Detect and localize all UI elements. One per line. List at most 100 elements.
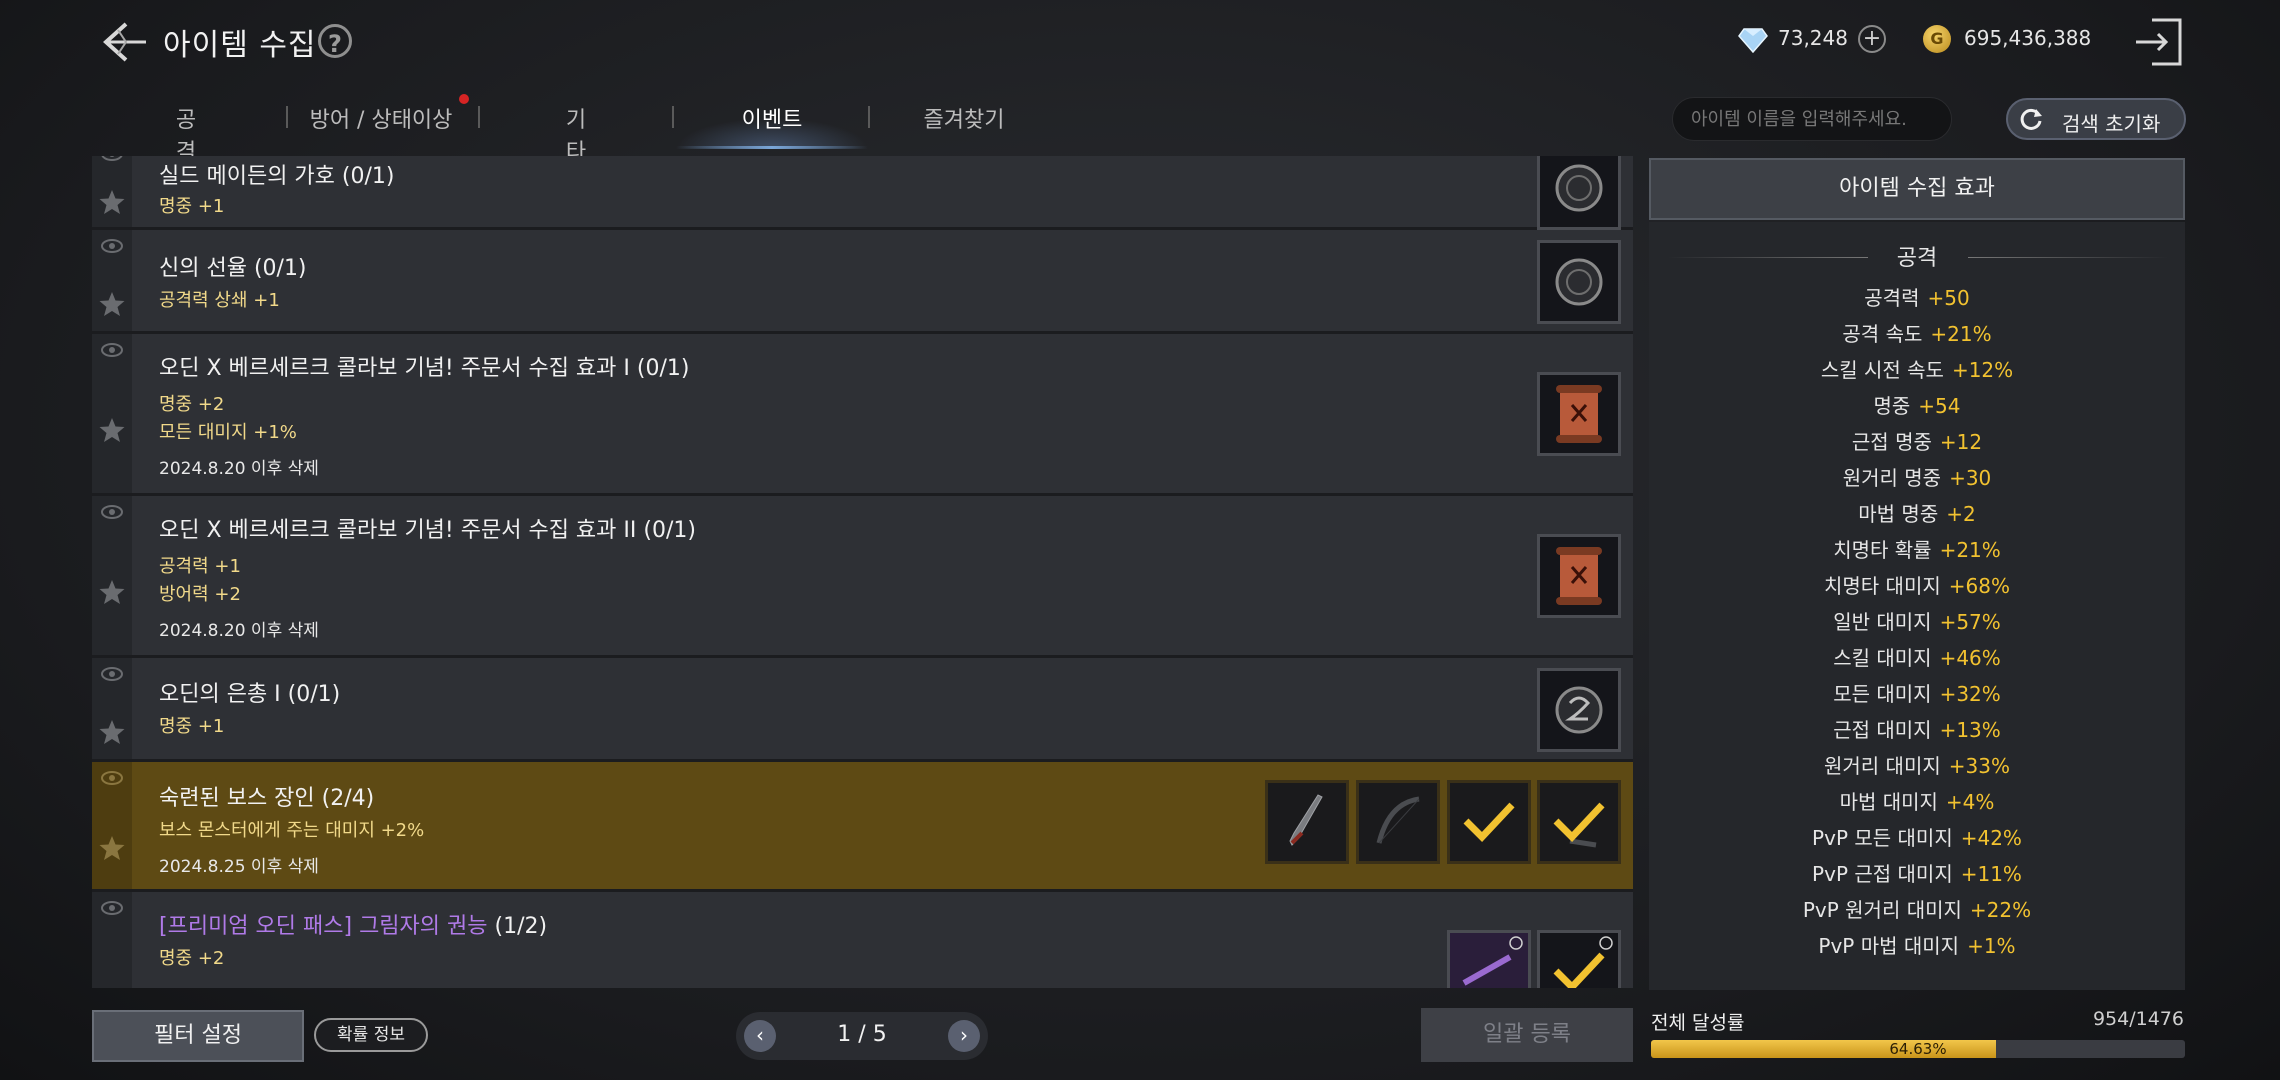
star-icon[interactable] [98,718,126,746]
effect-stat-row: PvP 모든 대미지 +42% [1649,822,2185,851]
effect-stat-value: +21% [1939,538,2001,562]
item-slot[interactable] [1537,156,1621,230]
effect-stat-value: +68% [1948,574,2010,598]
bulk-register-button[interactable]: 일괄 등록 [1421,1008,1633,1062]
eye-icon[interactable] [100,342,124,358]
item-title: 오딘 X 베르세르크 콜라보 기념! 주문서 수집 효과 II (0/1) [159,518,696,543]
effect-stat-name: 마법 명중 [1858,502,1939,526]
star-icon[interactable] [98,578,126,606]
list-item[interactable]: 오딘 X 베르세르크 콜라보 기념! 주문서 수집 효과 II (0/1) 공격… [92,496,1633,658]
rune-icon [1555,686,1603,734]
row-side-bar [92,156,132,227]
probability-info-button[interactable]: 확률 정보 [314,1018,428,1052]
tab-divider [868,106,870,128]
effect-stat-value: +21% [1930,322,1992,346]
effect-stat-name: 명중 [1873,394,1911,418]
overall-progress-bar: 64.63% [1651,1040,2185,1058]
item-effect: 명중 +2 [159,948,225,969]
gold-coin-icon: G [1923,25,1951,53]
item-slot-completed[interactable] [1537,930,1621,988]
row-side-bar [92,334,132,493]
collection-list[interactable]: 실드 메이든의 가호 (0/1) 명중 +1 신의 선율 (0/1) 공격력 상… [92,156,1633,988]
item-expiry-note: 2024.8.25 이후 삭제 [159,857,319,877]
eye-icon[interactable] [100,900,124,916]
effect-stat-value: +32% [1939,682,2001,706]
effect-stat-row: 공격력 +50 [1649,282,2185,311]
item-slot[interactable] [1265,780,1349,864]
star-icon[interactable] [98,290,126,318]
effect-stat-row: 마법 대미지 +4% [1649,786,2185,815]
item-title: [프리미엄 오딘 패스] 그림자의 권능 (1/2) [159,908,547,940]
item-slot[interactable] [1537,534,1621,618]
list-item[interactable]: 오딘 X 베르세르크 콜라보 기념! 주문서 수집 효과 I (0/1) 명중 … [92,334,1633,496]
list-item[interactable]: 오딘의 은총 I (0/1) 명중 +1 [92,658,1633,762]
tab-event[interactable]: 이벤트 [726,102,818,134]
effect-stat-value: +46% [1939,646,2001,670]
scroll-icon [1556,385,1602,443]
effect-stat-row: 근접 대미지 +13% [1649,714,2185,743]
item-effect: 명중 +1 [159,716,225,737]
star-icon[interactable] [98,188,126,216]
effect-stat-name: 근접 대미지 [1833,718,1932,742]
overall-progress-label: 전체 달성률 [1651,1012,1745,1034]
tab-divider [286,106,288,128]
filter-settings-button[interactable]: 필터 설정 [92,1010,304,1062]
effect-stat-name: 모든 대미지 [1833,682,1932,706]
effect-stat-value: +33% [1948,754,2010,778]
search-input[interactable] [1672,97,1952,141]
search-reset-button[interactable]: 검색 초기화 [2006,98,2186,140]
item-title: 신의 선율 (0/1) [159,256,307,281]
effect-stat-value: +4% [1945,790,1995,814]
effect-stat-name: PvP 마법 대미지 [1818,934,1960,958]
eye-icon[interactable] [100,504,124,520]
row-side-bar [92,230,132,331]
tab-divider [672,106,674,128]
chevron-right-icon[interactable]: › [948,1020,980,1052]
effect-stat-name: 공격력 [1864,286,1920,310]
item-effect: 방어력 +2 [159,584,241,605]
item-slot-completed[interactable] [1447,780,1531,864]
item-slot[interactable] [1537,668,1621,752]
effect-stat-row: 스킬 시전 속도 +12% [1649,354,2185,383]
effect-stat-value: +12 [1939,430,1983,454]
star-icon[interactable] [98,834,126,862]
eye-icon[interactable] [100,770,124,786]
effect-stat-name: 원거리 명중 [1842,466,1942,490]
divider [1968,257,2168,258]
item-slot-completed[interactable] [1537,780,1621,864]
diamond-balance: 73,248 [1778,26,1848,50]
row-side-bar [92,658,132,759]
item-slot[interactable] [1447,930,1531,988]
tab-favorites[interactable]: 즐겨찾기 [920,102,1008,134]
help-icon[interactable]: ? [318,24,352,58]
tab-divider [478,106,480,128]
list-item[interactable]: 신의 선율 (0/1) 공격력 상쇄 +1 [92,230,1633,334]
star-icon[interactable] [98,416,126,444]
effect-category-title: 공격 [1896,246,1938,271]
back-arrow-icon[interactable] [96,14,152,70]
bow-icon [1376,796,1420,844]
item-effect: 공격력 +1 [159,556,241,577]
item-title-count: (1/2) [487,914,548,939]
list-item[interactable]: 실드 메이든의 가호 (0/1) 명중 +1 [92,156,1633,230]
effect-stat-name: 치명타 대미지 [1824,574,1941,598]
effect-stat-name: 일반 대미지 [1833,610,1932,634]
eye-icon[interactable] [100,666,124,682]
page-title: 아이템 수집 [163,28,317,63]
checkmark-icon [1553,936,1613,988]
exit-icon[interactable] [2130,14,2186,70]
item-slot[interactable] [1537,372,1621,456]
effect-stat-value: +12% [1951,358,2014,382]
item-slot[interactable] [1356,780,1440,864]
tab-defense-status[interactable]: 방어 / 상태이상 [306,102,456,134]
pagination: ‹ 1 / 5 › [736,1012,988,1060]
item-title-premium: [프리미엄 오딘 패스] 그림자의 권능 [159,914,488,939]
effect-stat-row: 공격 속도 +21% [1649,318,2185,347]
item-slot[interactable] [1537,240,1621,324]
eye-icon[interactable] [100,238,124,254]
add-diamond-button[interactable]: + [1858,25,1886,53]
list-item-active[interactable]: 숙련된 보스 장인 (2/4) 보스 몬스터에게 주는 대미지 +2% 2024… [92,762,1633,892]
eye-icon[interactable] [100,156,124,162]
effect-stat-name: PvP 원거리 대미지 [1802,898,1962,922]
list-item[interactable]: [프리미엄 오딘 패스] 그림자의 권능 (1/2) 명중 +2 [92,892,1633,988]
